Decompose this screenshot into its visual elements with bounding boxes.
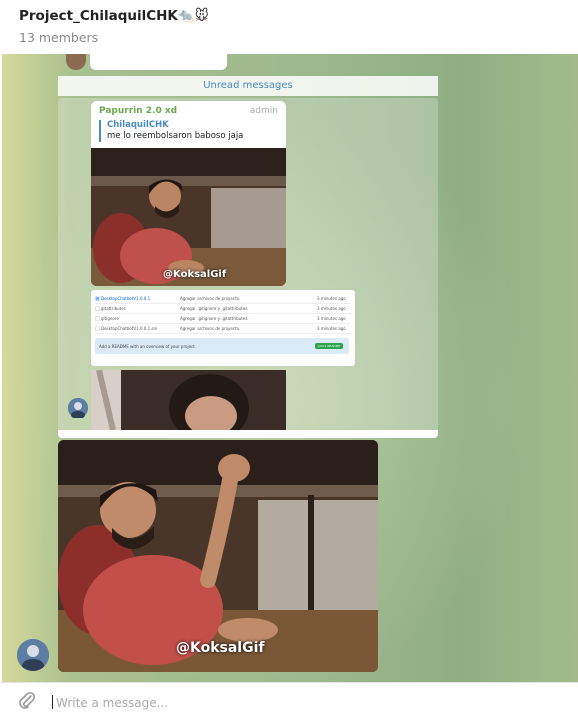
message-footer [58,430,438,438]
github-row-name: DesktopChatbotV1.0.0.1 [101,296,151,301]
github-row-time: 3 minutes ago [317,296,346,301]
avatar[interactable] [17,639,49,671]
message-sender[interactable]: Papurrin 2.0 xd [99,106,177,116]
reply-sender: ChilaquilCHK [107,120,169,130]
file-icon: □ [95,316,100,322]
chat-title[interactable]: Project_ChilaquilCHK🐀🐭 [19,8,209,24]
chat-title-text: Project_ChilaquilCHK [19,8,178,24]
file-icon: □ [95,306,100,312]
paperclip-icon [19,691,36,709]
github-row-time: 3 minutes ago [317,306,346,311]
github-row-time: 3 minutes ago [317,316,346,321]
github-row-message: Agregar archivos de proyecto. [180,326,241,331]
add-readme-button: Add a README [315,343,343,349]
user-avatar-icon [68,398,88,419]
gif-media[interactable] [91,370,286,430]
chat-area[interactable]: Unread messages Papurrin 2.0 xd admin Ch… [2,54,578,682]
gif-media[interactable]: @KoksalGif [58,440,378,672]
github-row-name: DesktopChatbotV1.0.0.1.sln [101,326,158,331]
message-input[interactable]: Write a message... [56,696,168,710]
previous-message-bubble[interactable] [90,54,227,70]
message-composer: Write a message... [0,682,578,711]
github-row-name: gitattributes [101,306,126,311]
reply-text: me lo reembolsaron baboso jaja [107,131,244,141]
github-row: □ DesktopChatbotV1.0.0.1.sln Agregar arc… [95,323,351,334]
folder-icon: ■ [95,296,100,302]
chat-title-emojis: 🐀🐭 [177,8,209,24]
github-row-message: Agregar .gitignore y .gitattributes. [180,316,249,321]
github-row-message: Agregar .gitignore y .gitattributes. [180,306,249,311]
chat-header[interactable]: Project_ChilaquilCHK🐀🐭 13 members [0,0,578,54]
gif-media[interactable]: @KoksalGif [91,148,286,286]
readme-banner: Add a README with an overview of your pr… [95,338,349,354]
message-bubble[interactable]: Papurrin 2.0 xd admin ChilaquilCHK me lo… [91,101,286,286]
admin-badge: admin [249,106,278,116]
member-count[interactable]: 13 members [19,30,98,45]
user-avatar-icon [17,639,49,671]
unread-messages-divider: Unread messages [58,76,438,96]
github-row-message: Agregar archivos de proyecto. [180,296,241,301]
gif-frame-illustration [58,440,378,672]
gif-watermark: @KoksalGif [163,269,227,280]
avatar[interactable] [68,398,88,419]
readme-text: Add a README with an overview of your pr… [99,344,197,349]
github-row-name: gitignore [101,316,119,321]
attach-icon[interactable] [17,691,37,711]
message-group: Papurrin 2.0 xd admin ChilaquilCHK me lo… [58,98,438,438]
github-row-time: 3 minutes ago [317,326,346,331]
gif-frame-illustration [91,148,286,286]
gif-watermark: @KoksalGif [176,640,265,656]
reply-quote[interactable]: ChilaquilCHK me lo reembolsaron baboso j… [99,120,286,142]
gif-frame-illustration [91,370,286,430]
file-icon: □ [95,326,100,332]
github-screenshot[interactable]: ■ DesktopChatbotV1.0.0.1 Agregar archivo… [91,290,355,366]
